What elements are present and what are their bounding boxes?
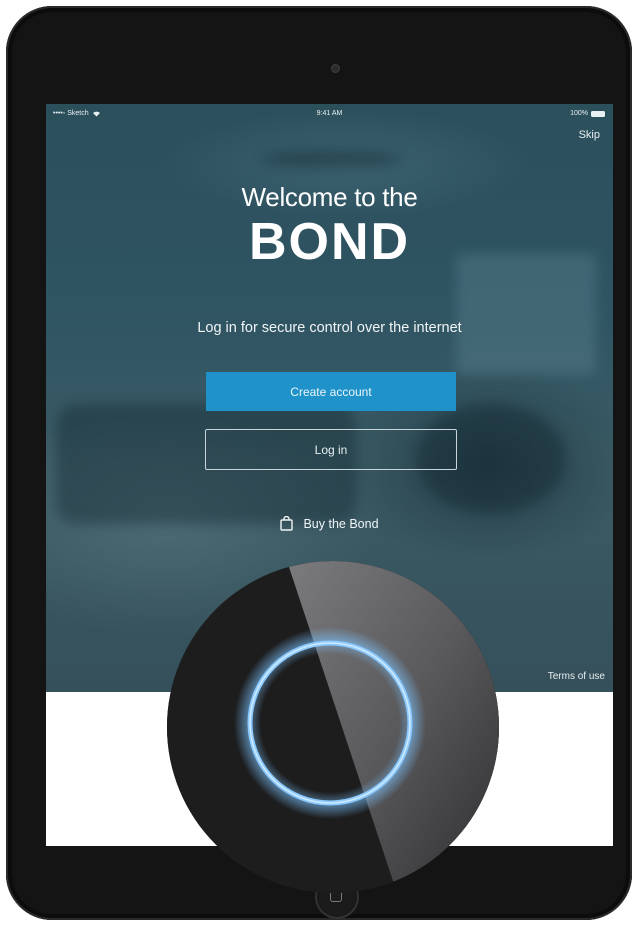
bond-hub-illustration bbox=[167, 561, 499, 893]
battery-icon bbox=[591, 110, 605, 117]
create-account-button[interactable]: Create account bbox=[206, 372, 456, 411]
status-bar: ••••◦ Sketch 9:41 AM 100% bbox=[46, 104, 613, 124]
window-shape bbox=[456, 254, 596, 374]
buy-the-bond-link[interactable]: Buy the Bond bbox=[46, 516, 613, 531]
brand-logo-text: BOND bbox=[248, 213, 411, 271]
status-time: 9:41 AM bbox=[316, 110, 343, 117]
login-label: Log in bbox=[314, 442, 348, 457]
battery-percent: 100% bbox=[570, 110, 588, 117]
front-camera bbox=[331, 64, 340, 73]
terms-of-use-link[interactable]: Terms of use bbox=[548, 671, 605, 682]
status-right: 100% bbox=[570, 110, 605, 117]
shopping-bag-icon bbox=[280, 516, 294, 531]
ceiling-fan-shape bbox=[261, 150, 401, 168]
bond-hub-device-image bbox=[167, 561, 499, 893]
create-account-label: Create account bbox=[290, 384, 372, 399]
welcome-heading: Welcome to the bbox=[241, 182, 418, 212]
tagline: Log in for secure control over the inter… bbox=[197, 320, 462, 336]
skip-link[interactable]: Skip bbox=[579, 129, 600, 141]
buy-label: Buy the Bond bbox=[303, 516, 379, 531]
login-button[interactable]: Log in bbox=[205, 429, 457, 470]
